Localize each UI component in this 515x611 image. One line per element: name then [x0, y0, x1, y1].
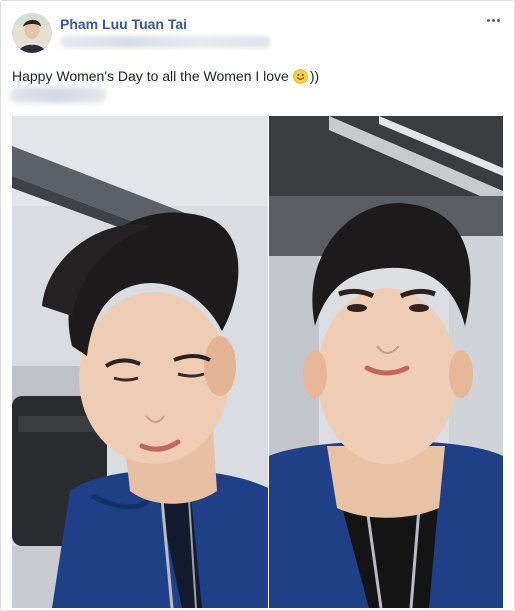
blurred-post-meta: [60, 36, 270, 48]
avatar-image: [12, 13, 52, 53]
post-photo-right[interactable]: [269, 116, 503, 608]
post-message-suffix: )): [309, 68, 320, 84]
smiley-emoji-icon: [293, 68, 308, 84]
selfie-winking-image: [12, 116, 268, 608]
author-name-link[interactable]: Pham Luu Tuan Tai: [60, 16, 187, 32]
post-card: Pham Luu Tuan Tai Happy Women's Day to a…: [0, 0, 515, 611]
post-message-text: Happy Women's Day to all the Women I lov…: [12, 68, 289, 84]
post-photo-left[interactable]: [12, 116, 268, 608]
post-message: Happy Women's Day to all the Women I lov…: [12, 67, 319, 85]
selfie-low-angle-image: [269, 116, 503, 608]
author-avatar[interactable]: [12, 13, 52, 53]
blurred-tag-line: [10, 87, 106, 103]
more-options-icon[interactable]: [482, 11, 504, 29]
